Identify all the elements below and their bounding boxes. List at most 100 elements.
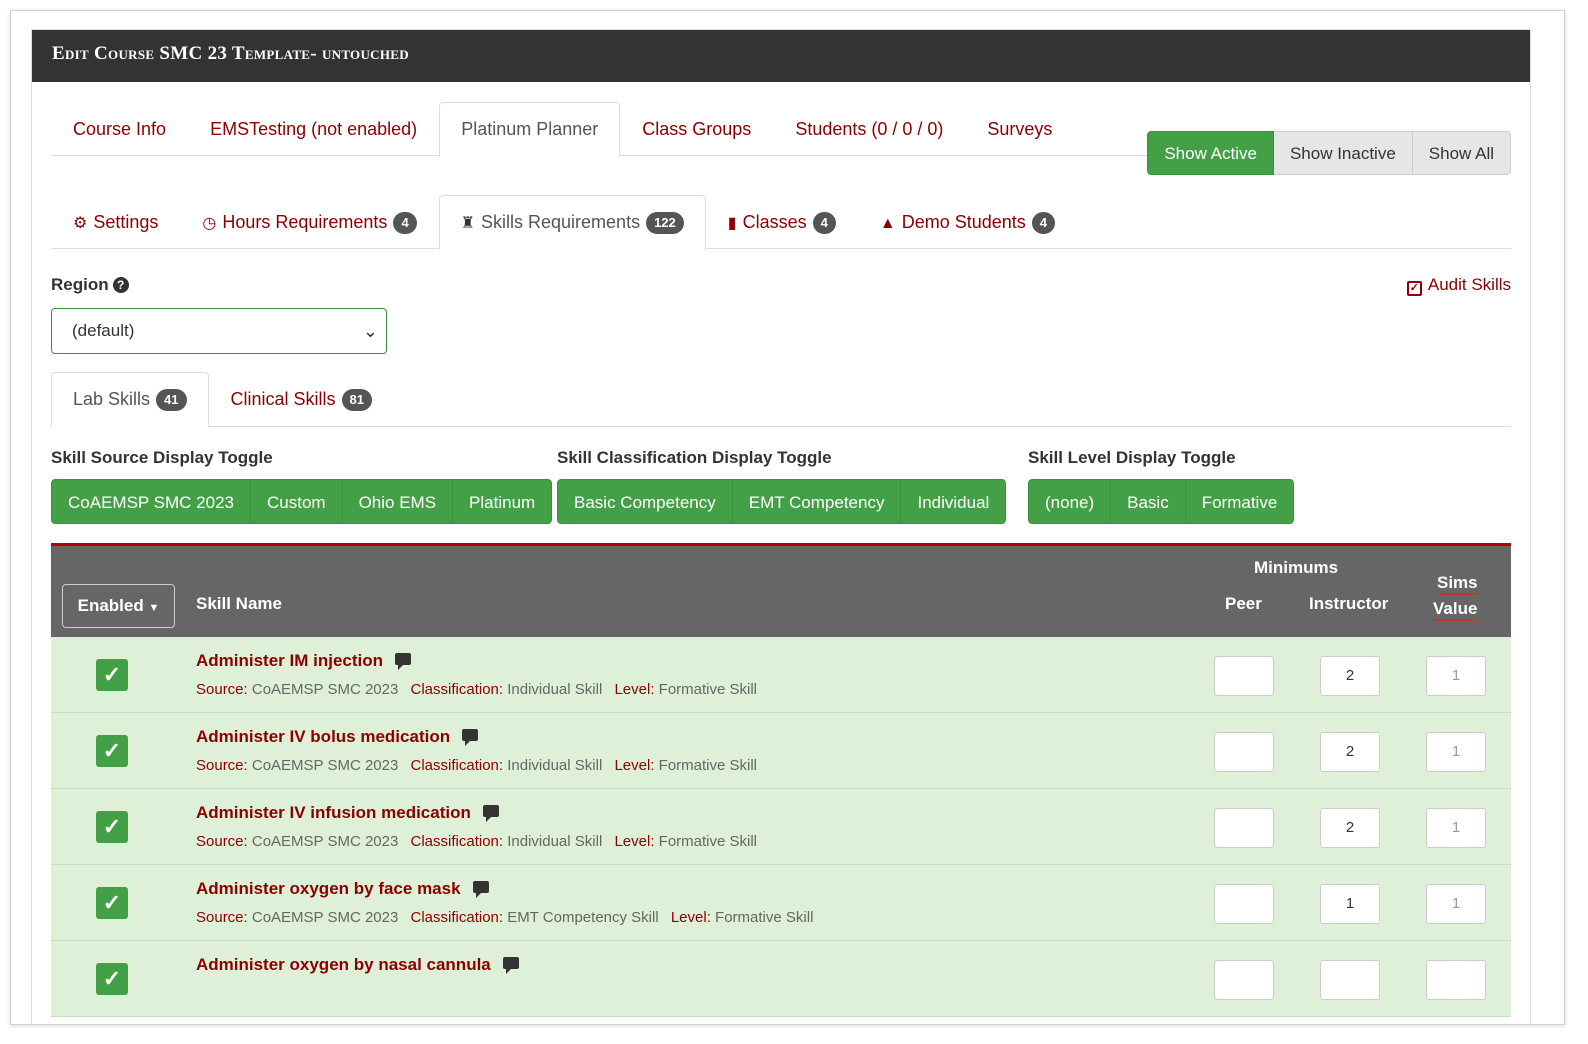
- comment-icon[interactable]: [462, 729, 479, 746]
- tab-students[interactable]: Students (0 / 0 / 0): [773, 102, 965, 156]
- sims-value-input[interactable]: 1: [1426, 808, 1486, 848]
- peer-input[interactable]: [1214, 884, 1274, 924]
- tab-settings-label: Settings: [93, 212, 159, 232]
- skill-meta: Source: CoAEMSP SMC 2023 Classification:…: [196, 681, 765, 698]
- comment-icon[interactable]: [395, 653, 412, 670]
- table-header: Enabled ▼ Skill Name Minimums Peer Instr…: [51, 543, 1511, 637]
- source-toggle-group: CoAEMSP SMC 2023 Custom Ohio EMS Platinu…: [51, 479, 553, 524]
- sims-header-line2: Value: [1433, 599, 1478, 621]
- chess-icon: ♜: [460, 215, 476, 232]
- enabled-filter-button[interactable]: Enabled ▼: [62, 584, 175, 628]
- source-toggle-custom[interactable]: Custom: [250, 479, 343, 524]
- region-select-value: (default): [72, 321, 135, 340]
- level-value: Formative Skill: [658, 833, 758, 850]
- tab-classes[interactable]: ▮ Classes 4: [706, 195, 858, 249]
- tab-skills-requirements[interactable]: ♜ Skills Requirements 122: [438, 195, 706, 250]
- source-value: CoAEMSP SMC 2023: [251, 681, 399, 698]
- table-row: ✓ Administer oxygen by face mask Source:…: [51, 865, 1511, 941]
- instructor-input[interactable]: [1320, 960, 1380, 1000]
- demo-students-count-badge: 4: [1031, 212, 1056, 234]
- browser-frame: Edit Course SMC 23 Template- untouched C…: [10, 10, 1565, 1025]
- peer-header: Peer: [1225, 594, 1262, 613]
- instructor-input[interactable]: 1: [1320, 884, 1380, 924]
- comment-icon[interactable]: [482, 805, 499, 822]
- instructor-input[interactable]: 2: [1320, 656, 1380, 696]
- tab-demo-students[interactable]: ▲ Demo Students 4: [858, 195, 1077, 249]
- show-all-button[interactable]: Show All: [1412, 131, 1511, 175]
- level-toggle-basic[interactable]: Basic: [1111, 479, 1186, 524]
- question-circle-icon[interactable]: ?: [112, 277, 129, 293]
- tab-surveys[interactable]: Surveys: [965, 102, 1074, 156]
- source-key: Source:: [196, 757, 248, 774]
- source-toggle-coaemsp[interactable]: CoAEMSP SMC 2023: [51, 479, 251, 524]
- enabled-checkbox[interactable]: ✓: [96, 887, 128, 919]
- peer-input[interactable]: [1214, 656, 1274, 696]
- sims-value-input[interactable]: 1: [1426, 884, 1486, 924]
- sims-header-line1: Sims: [1437, 573, 1478, 595]
- skill-name-link[interactable]: Administer IM injection: [196, 651, 412, 671]
- skill-name-link[interactable]: Administer oxygen by face mask: [196, 879, 489, 899]
- skill-name-text: Administer oxygen by face mask: [196, 879, 461, 898]
- sims-value-input[interactable]: [1426, 960, 1486, 1000]
- enabled-filter-label: Enabled: [77, 596, 144, 615]
- tab-lab-skills-label: Lab Skills: [73, 389, 151, 409]
- level-toggle-formative[interactable]: Formative: [1185, 479, 1295, 524]
- classification-value: EMT Competency Skill: [507, 909, 659, 926]
- comment-icon[interactable]: [472, 881, 489, 898]
- tab-clinical-skills-label: Clinical Skills: [230, 389, 336, 409]
- tab-settings[interactable]: ⚙ Settings: [51, 195, 180, 249]
- source-key: Source:: [196, 833, 248, 850]
- tab-class-groups[interactable]: Class Groups: [620, 102, 773, 156]
- classification-toggle-basic[interactable]: Basic Competency: [557, 479, 733, 524]
- region-select[interactable]: (default) ⌄: [51, 308, 387, 354]
- tab-platinum-planner[interactable]: Platinum Planner: [439, 102, 621, 157]
- level-key: Level:: [614, 833, 655, 850]
- skill-meta: Source: CoAEMSP SMC 2023 Classification:…: [196, 909, 821, 926]
- peer-input[interactable]: [1214, 808, 1274, 848]
- tab-emstesting[interactable]: EMSTesting (not enabled): [188, 102, 439, 156]
- lab-skills-count-badge: 41: [156, 389, 187, 411]
- clinical-skills-count-badge: 81: [341, 389, 373, 411]
- show-inactive-button[interactable]: Show Inactive: [1273, 131, 1413, 175]
- graduation-cap-icon: ▲: [879, 215, 896, 232]
- instructor-input[interactable]: 2: [1320, 808, 1380, 848]
- audit-skills-link[interactable]: ✓ Audit Skills: [1406, 275, 1511, 296]
- book-icon: ▮: [727, 215, 737, 232]
- tab-lab-skills[interactable]: Lab Skills 41: [51, 372, 209, 427]
- enabled-checkbox[interactable]: ✓: [96, 963, 128, 995]
- enabled-checkbox[interactable]: ✓: [96, 735, 128, 767]
- table-row: ✓ Administer IV infusion medication Sour…: [51, 789, 1511, 865]
- classification-toggle-label: Skill Classification Display Toggle: [557, 448, 832, 467]
- instructor-input[interactable]: 2: [1320, 732, 1380, 772]
- skill-name-link[interactable]: Administer IV infusion medication: [196, 803, 499, 823]
- tab-hours-requirements[interactable]: ◷ Hours Requirements 4: [180, 195, 438, 249]
- source-toggle-ohio-ems[interactable]: Ohio EMS: [342, 479, 454, 524]
- source-toggle-platinum[interactable]: Platinum: [453, 479, 553, 524]
- skills-table: Enabled ▼ Skill Name Minimums Peer Instr…: [51, 543, 1511, 1017]
- comment-icon[interactable]: [502, 957, 519, 974]
- source-toggle-label: Skill Source Display Toggle: [51, 448, 273, 467]
- classification-toggle-emt[interactable]: EMT Competency: [732, 479, 902, 524]
- peer-input[interactable]: [1214, 960, 1274, 1000]
- sims-value-input[interactable]: 1: [1426, 732, 1486, 772]
- planner-subtabs: ⚙ Settings ◷ Hours Requirements 4 ♜ Skills R…: [51, 195, 1511, 250]
- tab-classes-label: Classes: [742, 212, 807, 232]
- skill-name-link[interactable]: Administer oxygen by nasal cannula: [196, 955, 519, 975]
- tab-course-info[interactable]: Course Info: [51, 102, 188, 156]
- skill-name-link[interactable]: Administer IV bolus medication: [196, 727, 479, 747]
- show-active-button[interactable]: Show Active: [1147, 131, 1274, 175]
- level-toggle-none[interactable]: (none): [1028, 479, 1112, 524]
- classification-toggle-group: Basic Competency EMT Competency Individu…: [557, 479, 1007, 524]
- enabled-checkbox[interactable]: ✓: [96, 659, 128, 691]
- tab-clinical-skills[interactable]: Clinical Skills 81: [209, 372, 395, 426]
- sims-value-input[interactable]: 1: [1426, 656, 1486, 696]
- clock-icon: ◷: [202, 215, 217, 232]
- peer-input[interactable]: [1214, 732, 1274, 772]
- skill-name-header: Skill Name: [196, 594, 282, 613]
- enabled-checkbox[interactable]: ✓: [96, 811, 128, 843]
- skill-type-tabs: Lab Skills 41 Clinical Skills 81: [51, 372, 1511, 427]
- tab-demo-students-label: Demo Students: [901, 212, 1026, 232]
- classification-toggle-individual[interactable]: Individual: [901, 479, 1007, 524]
- chevron-down-icon: ⌄: [362, 321, 378, 341]
- source-value: CoAEMSP SMC 2023: [251, 757, 399, 774]
